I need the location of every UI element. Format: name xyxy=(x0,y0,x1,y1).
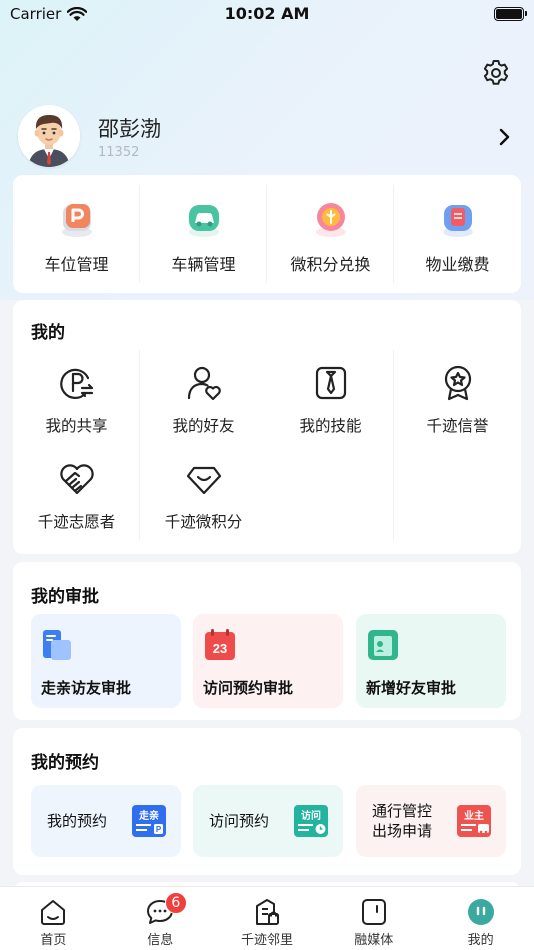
status-bar: Carrier 10:02 AM xyxy=(0,0,534,30)
quick-item-parking[interactable]: 车位管理 xyxy=(13,175,140,293)
tab-mine[interactable]: 我的 xyxy=(427,887,534,950)
contact-card-icon xyxy=(368,630,398,660)
quick-label-parking: 车位管理 xyxy=(44,255,109,274)
profile-icon xyxy=(467,899,494,925)
property-fee-icon xyxy=(442,205,473,237)
calendar-day: 23 xyxy=(213,641,227,656)
neighbor-icon xyxy=(255,899,279,925)
approval-label-new-friend: 新增好友审批 xyxy=(366,679,457,697)
profile-header[interactable]: 邵彭渤 11352 xyxy=(18,105,518,169)
diamond-icon xyxy=(186,466,221,495)
tab-label-mine: 我的 xyxy=(467,933,494,948)
visit-relatives-icon-text: 走亲 xyxy=(138,809,159,822)
mine-label-friends: 我的好友 xyxy=(172,417,235,435)
quick-label-vehicle: 车辆管理 xyxy=(171,255,236,274)
tab-media[interactable]: 融媒体 xyxy=(320,887,427,950)
quick-item-vehicle[interactable]: 车辆管理 xyxy=(140,175,267,293)
approval-title: 我的审批 xyxy=(31,587,99,607)
quick-label-property-fee: 物业缴费 xyxy=(425,255,490,274)
gear-icon[interactable] xyxy=(481,58,511,88)
mine-item-share[interactable]: 我的共享 xyxy=(13,350,140,446)
mine-item-reputation[interactable]: 千迹信誉 xyxy=(394,350,521,446)
battery-icon xyxy=(494,7,527,21)
approval-card: 我的审批 走亲访友审批 23 访问预约审批 新增好友审批 xyxy=(13,562,521,720)
friend-heart-icon xyxy=(187,366,221,401)
mine-label-skills: 我的技能 xyxy=(299,417,362,435)
car-icon xyxy=(188,205,219,237)
mine-title: 我的 xyxy=(31,323,65,343)
medal-icon xyxy=(444,365,471,401)
booking-label-exit-line2: 出场申请 xyxy=(372,822,433,840)
mine-label-volunteer: 千迹志愿者 xyxy=(37,513,116,531)
handshake-heart-icon xyxy=(59,464,94,495)
quick-label-points: 微积分兑换 xyxy=(290,255,371,274)
tie-icon xyxy=(315,366,346,400)
mine-label-reputation: 千迹信誉 xyxy=(426,417,489,435)
mine-label-micro-points: 千迹微积分 xyxy=(164,513,243,531)
mine-label-share: 我的共享 xyxy=(45,417,108,435)
booking-visit-appointment[interactable]: 访问预约 访问 xyxy=(193,785,343,857)
booking-my-appointment[interactable]: 我的预约 走亲 P xyxy=(31,785,181,857)
tab-label-home: 首页 xyxy=(40,933,67,948)
avatar[interactable] xyxy=(18,105,80,167)
mine-item-friends[interactable]: 我的好友 xyxy=(140,350,267,446)
chevron-right-icon[interactable] xyxy=(498,127,512,147)
visit-relatives-icon: 走亲 P xyxy=(132,805,166,837)
mine-item-micro-points[interactable]: 千迹微积分 xyxy=(140,446,267,542)
user-name: 邵彭渤 xyxy=(98,117,161,141)
booking-card: 我的预约 我的预约 走亲 P 访问预约 访问 通行管控 出场申请 业主 xyxy=(13,728,521,875)
parking-icon xyxy=(61,204,92,237)
parking-share-icon xyxy=(59,368,93,399)
approval-visit-relatives[interactable]: 走亲访友审批 xyxy=(31,614,181,708)
document-blue-icon xyxy=(43,630,71,660)
tab-neighbors[interactable]: 千迹邻里 xyxy=(214,887,321,950)
approval-label-visit-appointment: 访问预约审批 xyxy=(203,679,294,697)
media-icon xyxy=(361,899,386,925)
booking-title: 我的预约 xyxy=(31,753,99,773)
svg-text:P: P xyxy=(156,825,162,834)
visit-icon-text: 访问 xyxy=(301,809,321,822)
booking-label-exit-line1: 通行管控 xyxy=(372,802,433,820)
message-count-badge: 6 xyxy=(164,892,187,914)
visit-icon: 访问 xyxy=(294,805,328,837)
approval-label-visit-relatives: 走亲访友审批 xyxy=(41,679,132,697)
booking-label-my-appointment: 我的预约 xyxy=(47,812,108,830)
approval-visit-appointment[interactable]: 23 访问预约审批 xyxy=(193,614,343,708)
quick-item-property-fee[interactable]: 物业缴费 xyxy=(394,175,521,293)
status-time: 10:02 AM xyxy=(224,4,310,23)
quick-actions-card: 车位管理 车辆管理 微积分兑换 物业缴费 xyxy=(13,175,521,293)
user-id: 11352 xyxy=(98,145,140,160)
tab-home[interactable]: 首页 xyxy=(0,887,107,950)
owner-icon: 业主 xyxy=(457,805,491,837)
mine-card: 我的 我的共享 我的好友 我的技能 千迹信誉 千迹志愿者 千迹微积分 xyxy=(13,300,521,554)
mine-item-volunteer[interactable]: 千迹志愿者 xyxy=(13,446,140,542)
mine-item-skills[interactable]: 我的技能 xyxy=(267,350,394,446)
booking-exit-application[interactable]: 通行管控 出场申请 业主 xyxy=(356,785,506,857)
quick-item-points-exchange[interactable]: 微积分兑换 xyxy=(267,175,394,293)
tab-label-neighbors: 千迹邻里 xyxy=(240,933,293,948)
bottom-tab-bar: 首页 6 信息 千迹邻里 融媒体 我的 xyxy=(0,886,534,950)
tab-label-messages: 信息 xyxy=(147,933,174,948)
points-exchange-icon xyxy=(315,203,346,237)
approval-new-friend[interactable]: 新增好友审批 xyxy=(356,614,506,708)
booking-label-visit-appointment: 访问预约 xyxy=(209,812,270,830)
calendar-icon: 23 xyxy=(205,629,235,660)
tab-label-media: 融媒体 xyxy=(354,933,394,948)
home-icon xyxy=(41,900,66,925)
owner-icon-text: 业主 xyxy=(464,809,484,822)
avatar-illustration-icon xyxy=(18,105,80,167)
tab-messages[interactable]: 6 信息 xyxy=(107,887,214,950)
